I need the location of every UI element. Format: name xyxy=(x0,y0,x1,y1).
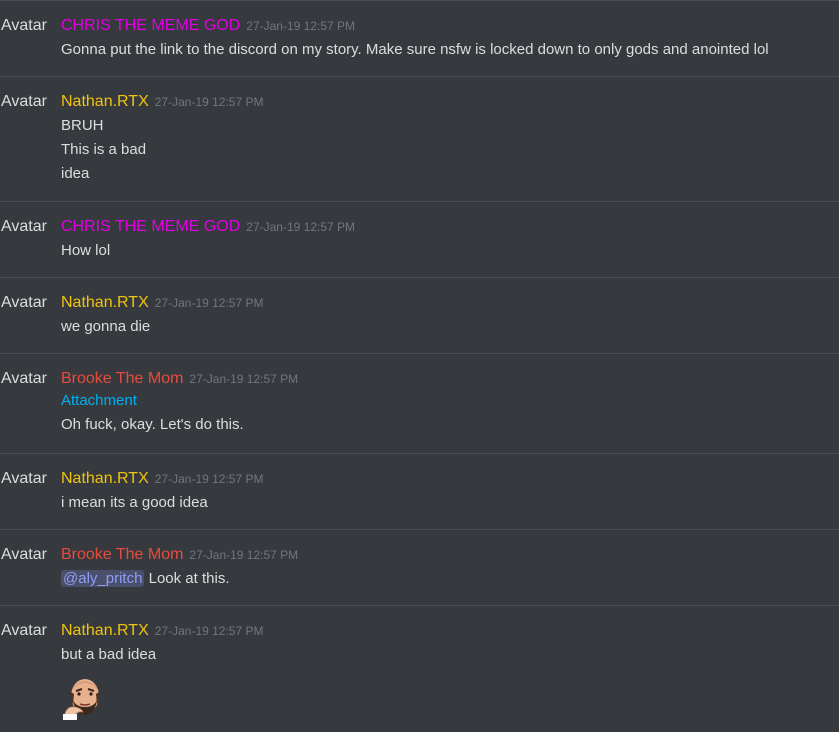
message-item: Avatar CHRIS THE MEME GOD 27-Jan-19 12:57… xyxy=(0,0,839,76)
avatar: Avatar xyxy=(1,17,47,34)
thinking-face-emoji-icon[interactable] xyxy=(61,674,107,720)
timestamp: 27-Jan-19 12:57 PM xyxy=(246,19,356,33)
author-name[interactable]: Nathan.RTX xyxy=(61,294,149,311)
author-name[interactable]: CHRIS THE MEME GOD xyxy=(61,218,240,235)
author-name[interactable]: Nathan.RTX xyxy=(61,93,149,110)
timestamp: 27-Jan-19 12:57 PM xyxy=(246,220,356,234)
message-item: Avatar Nathan.RTX 27-Jan-19 12:57 PM we g… xyxy=(0,277,839,353)
message-text: we gonna die xyxy=(61,318,151,335)
message-text: idea xyxy=(61,165,90,182)
author-name[interactable]: Brooke The Mom xyxy=(61,370,183,387)
avatar: Avatar xyxy=(1,294,47,311)
message-text: This is a bad xyxy=(61,141,147,158)
timestamp: 27-Jan-19 12:57 PM xyxy=(189,372,299,386)
author-name[interactable]: Nathan.RTX xyxy=(61,470,149,487)
message-item: Avatar Nathan.RTX 27-Jan-19 12:57 PM BRUH… xyxy=(0,76,839,201)
author-name[interactable]: Brooke The Mom xyxy=(61,546,183,563)
chat-log: Avatar CHRIS THE MEME GOD 27-Jan-19 12:57… xyxy=(0,0,839,732)
avatar: Avatar xyxy=(1,218,47,235)
message-text-rest: Look at this. xyxy=(144,570,230,587)
avatar: Avatar xyxy=(1,370,47,387)
message-text: i mean its a good idea xyxy=(61,494,208,511)
message-item: Avatar Nathan.RTX 27-Jan-19 12:57 PM but … xyxy=(0,605,839,732)
author-name[interactable]: CHRIS THE MEME GOD xyxy=(61,17,240,34)
timestamp: 27-Jan-19 12:57 PM xyxy=(154,472,264,486)
timestamp: 27-Jan-19 12:57 PM xyxy=(154,95,264,109)
message-text: Gonna put the link to the discord on my … xyxy=(61,41,769,58)
timestamp: 27-Jan-19 12:57 PM xyxy=(154,296,264,310)
message-text: but a bad idea xyxy=(61,646,157,663)
avatar: Avatar xyxy=(1,93,47,110)
avatar: Avatar xyxy=(1,470,47,487)
timestamp: 27-Jan-19 12:57 PM xyxy=(189,548,299,562)
message-item: Avatar Brooke The Mom 27-Jan-19 12:57 PM … xyxy=(0,529,839,605)
user-mention[interactable]: @aly_pritch xyxy=(61,570,145,587)
message-text: How lol xyxy=(61,242,111,259)
message-text: @aly_pritch Look at this. xyxy=(61,570,839,588)
message-item: Avatar CHRIS THE MEME GOD 27-Jan-19 12:57… xyxy=(0,201,839,277)
message-text: BRUH xyxy=(61,117,104,134)
attachment-link[interactable]: Attachment xyxy=(61,392,839,410)
timestamp: 27-Jan-19 12:57 PM xyxy=(154,624,264,638)
author-name[interactable]: Nathan.RTX xyxy=(61,622,149,639)
avatar: Avatar xyxy=(1,546,47,563)
avatar: Avatar xyxy=(1,622,47,639)
message-text: Oh fuck, okay. Let's do this. xyxy=(61,416,244,433)
message-item: Avatar Brooke The Mom 27-Jan-19 12:57 PM … xyxy=(0,353,839,453)
message-item: Avatar Nathan.RTX 27-Jan-19 12:57 PM i me… xyxy=(0,453,839,529)
